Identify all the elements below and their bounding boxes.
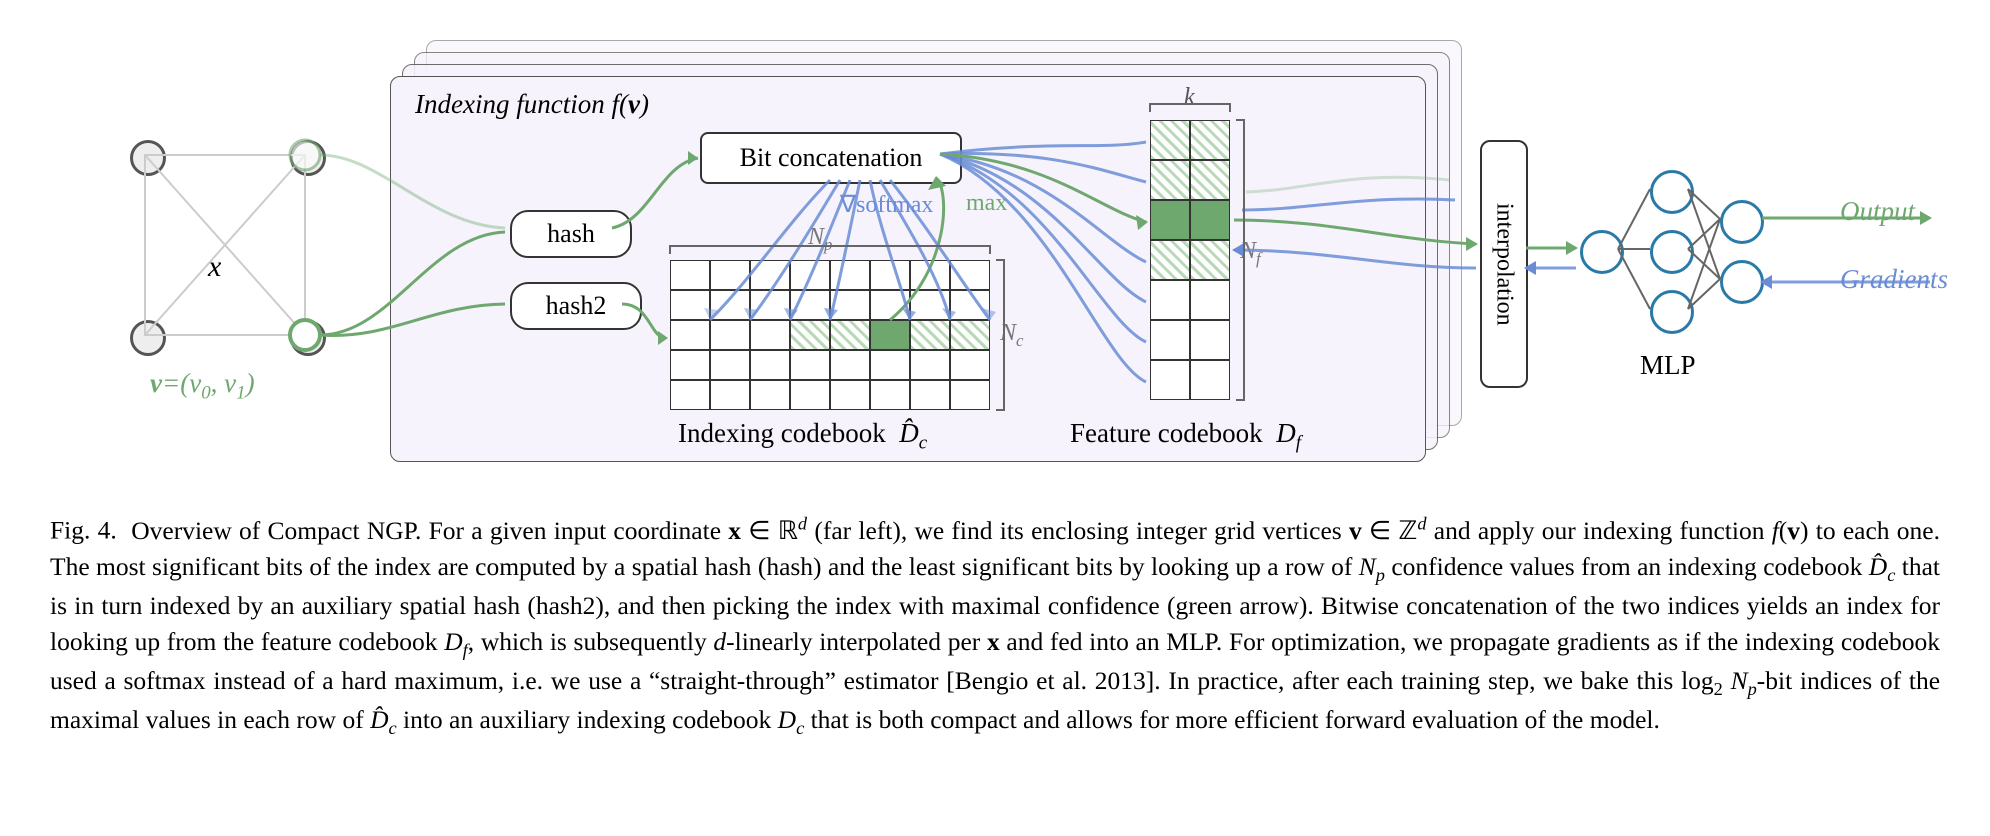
indexing-codebook [670, 260, 990, 410]
indexing-codebook-cell [830, 290, 870, 320]
indexing-codebook-cell [750, 260, 790, 290]
feature-codebook-cell [1190, 160, 1230, 200]
indexing-codebook-cell [830, 260, 870, 290]
feature-codebook-cell [1150, 200, 1190, 240]
indexing-codebook-cell [750, 350, 790, 380]
indexing-codebook-cell [670, 320, 710, 350]
feature-codebook-cell [1190, 240, 1230, 280]
indexing-codebook-cell [830, 320, 870, 350]
indexing-codebook-cell [950, 290, 990, 320]
mlp-node-o1 [1720, 200, 1764, 244]
x-label: x [208, 250, 221, 284]
feature-codebook-cell [1150, 320, 1190, 360]
feature-codebook-cell [1150, 240, 1190, 280]
indexing-codebook-cell [750, 320, 790, 350]
feature-codebook-cell [1190, 120, 1230, 160]
panel-title-text: Indexing function f(v) [415, 89, 649, 119]
indexing-codebook-cell [910, 260, 950, 290]
indexing-codebook-cell [790, 290, 830, 320]
indexing-codebook-cell [870, 260, 910, 290]
mlp-node-h3 [1650, 290, 1694, 334]
grid-vertex-br [290, 320, 326, 356]
Np-label: Np [808, 224, 832, 255]
feature-codebook-cell [1190, 200, 1230, 240]
mlp-node-h1 [1650, 170, 1694, 214]
grid-vertex-tl [130, 140, 166, 176]
feature-codebook-cell [1150, 160, 1190, 200]
mlp-label: MLP [1640, 350, 1696, 381]
indexing-codebook-cell [950, 260, 990, 290]
k-label: k [1184, 84, 1195, 111]
v-vertex-label: v=(v0, v1) [150, 368, 255, 404]
feature-codebook-cell [1190, 360, 1230, 400]
indexing-codebook-cell [910, 320, 950, 350]
indexing-codebook-cell [870, 350, 910, 380]
mlp-node-o2 [1720, 260, 1764, 304]
caption-text: Overview of Compact NGP. For a given inp… [50, 516, 1940, 735]
indexing-codebook-cell [670, 290, 710, 320]
indexing-codebook-cell [670, 350, 710, 380]
indexing-codebook-cell [710, 320, 750, 350]
indexing-codebook-cell [910, 290, 950, 320]
figure-number: Fig. 4. [50, 516, 117, 545]
indexing-codebook-cell [670, 380, 710, 410]
feature-codebook [1150, 120, 1230, 400]
indexing-codebook-cell [670, 260, 710, 290]
max-label: max [966, 190, 1007, 217]
figure-page: Indexing function f(v) x v=(v0, v1) hash… [0, 0, 1990, 836]
indexing-codebook-cell [950, 350, 990, 380]
interpolation-box: interpolation [1480, 140, 1528, 388]
bit-concatenation-box: Bit concatenation [700, 132, 962, 184]
indexing-codebook-cell [910, 380, 950, 410]
hash2-box: hash2 [510, 282, 642, 330]
indexing-codebook-cell [830, 380, 870, 410]
indexing-codebook-cell [950, 380, 990, 410]
indexing-codebook-cell [950, 320, 990, 350]
indexing-codebook-cell [790, 260, 830, 290]
feature-codebook-label: Feature codebook Df [1070, 418, 1301, 454]
indexing-codebook-cell [790, 350, 830, 380]
mlp-node-in [1580, 230, 1624, 274]
indexing-codebook-cell [870, 320, 910, 350]
gradients-label: Gradients [1840, 264, 1948, 295]
indexing-codebook-cell [710, 350, 750, 380]
indexing-codebook-cell [870, 380, 910, 410]
feature-codebook-cell [1150, 120, 1190, 160]
indexing-codebook-cell [830, 350, 870, 380]
feature-codebook-cell [1150, 360, 1190, 400]
indexing-codebook-cell [710, 380, 750, 410]
mlp-node-h2 [1650, 230, 1694, 274]
grid-vertex-bl [130, 320, 166, 356]
output-label: Output [1840, 196, 1915, 227]
figure-diagram: Indexing function f(v) x v=(v0, v1) hash… [50, 20, 1940, 500]
panel-title: Indexing function f(v) [415, 89, 649, 120]
Nc-label: Nc [1000, 320, 1023, 351]
indexing-codebook-cell [790, 320, 830, 350]
indexing-codebook-cell [750, 290, 790, 320]
indexing-codebook-cell [710, 290, 750, 320]
Nf-label: Nf [1240, 238, 1261, 269]
softmax-label: ∇softmax [840, 190, 933, 219]
indexing-codebook-cell [710, 260, 750, 290]
feature-codebook-cell [1190, 280, 1230, 320]
indexing-codebook-cell [750, 380, 790, 410]
figure-caption: Fig. 4. Overview of Compact NGP. For a g… [50, 510, 1940, 742]
indexing-codebook-cell [910, 350, 950, 380]
grid-vertex-tr [290, 140, 326, 176]
feature-codebook-cell [1150, 280, 1190, 320]
indexing-codebook-cell [790, 380, 830, 410]
feature-codebook-cell [1190, 320, 1230, 360]
indexing-codebook-label: Indexing codebook D̂c [678, 418, 927, 454]
hash-box: hash [510, 210, 632, 258]
indexing-codebook-cell [870, 290, 910, 320]
